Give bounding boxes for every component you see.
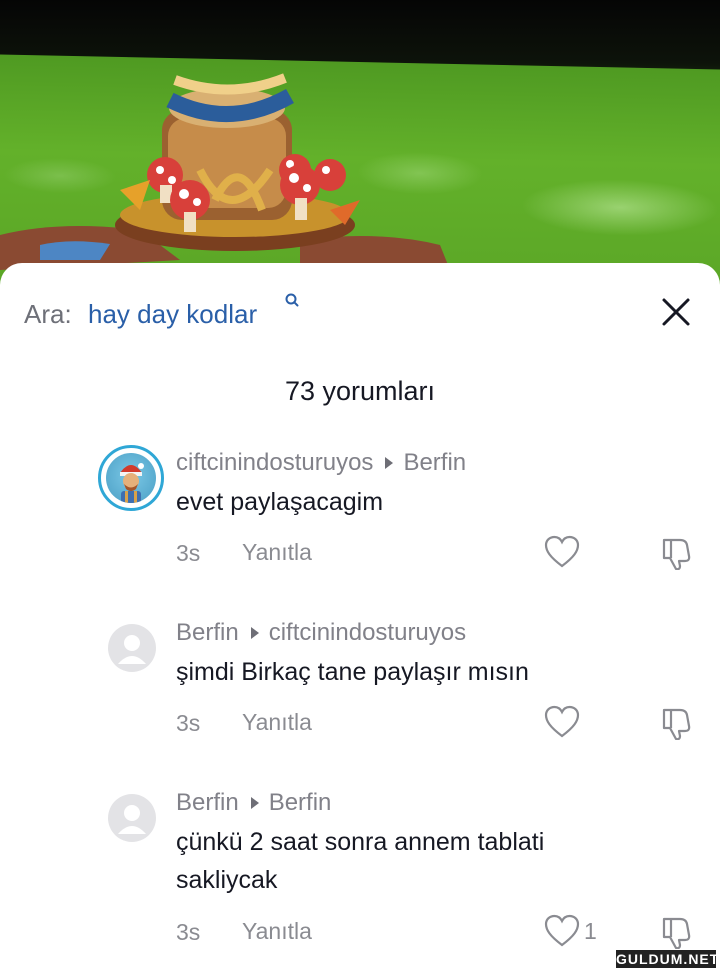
watermark-logo: GULDUM.NET [616, 950, 720, 968]
comment-reply-to[interactable]: Berfin [269, 789, 332, 816]
search-prefix-label: Ara: [24, 299, 72, 329]
avatar[interactable] [98, 445, 164, 511]
dislike-icon[interactable] [660, 913, 696, 949]
dislike-icon[interactable] [660, 704, 696, 740]
avatar[interactable] [108, 624, 156, 672]
comment-count-title: 73 yorumları [284, 376, 436, 406]
comment-time: 3s [176, 919, 201, 945]
farmer-avatar-icon [120, 463, 144, 503]
comment-text: evet paylaşacagim [176, 488, 384, 516]
search-icon[interactable] [284, 292, 300, 308]
heart-icon[interactable] [544, 705, 580, 739]
comment-author[interactable]: Berfin [176, 619, 239, 646]
heart-icon[interactable] [544, 914, 580, 948]
heart-icon[interactable] [544, 535, 580, 569]
comment-text-line: çünkü 2 saat sonra annem tablati [176, 828, 545, 856]
avatar[interactable] [108, 794, 156, 842]
search-suggestion-link[interactable]: hay day kodlar [88, 299, 257, 330]
comment-text: şimdi Birkaç tane paylaşır mısın [176, 658, 529, 686]
close-icon[interactable] [656, 292, 696, 332]
reply-button[interactable]: Yanıtla [242, 709, 312, 736]
default-avatar-icon [118, 635, 146, 664]
game-stump-illustration [0, 73, 450, 270]
dislike-icon[interactable] [660, 534, 696, 570]
reply-arrow-icon [250, 796, 259, 809]
reply-button[interactable]: Yanıtla [242, 539, 312, 566]
reply-arrow-icon [250, 626, 259, 639]
comments-sheet [0, 263, 720, 968]
comment-time: 3s [176, 710, 201, 736]
comment-reply-to[interactable]: Berfin [403, 449, 466, 476]
comment-author[interactable]: ciftcinindosturuyos [176, 449, 373, 476]
comment-author[interactable]: Berfin [176, 789, 239, 816]
like-count: 1 [584, 918, 597, 944]
comment-time: 3s [176, 540, 201, 566]
reply-button[interactable]: Yanıtla [242, 918, 312, 945]
comment-reply-to[interactable]: ciftcinindosturuyos [269, 619, 466, 646]
reply-arrow-icon [385, 456, 394, 469]
default-avatar-icon [118, 805, 146, 834]
comment-text-line: sakliycak [176, 866, 278, 894]
